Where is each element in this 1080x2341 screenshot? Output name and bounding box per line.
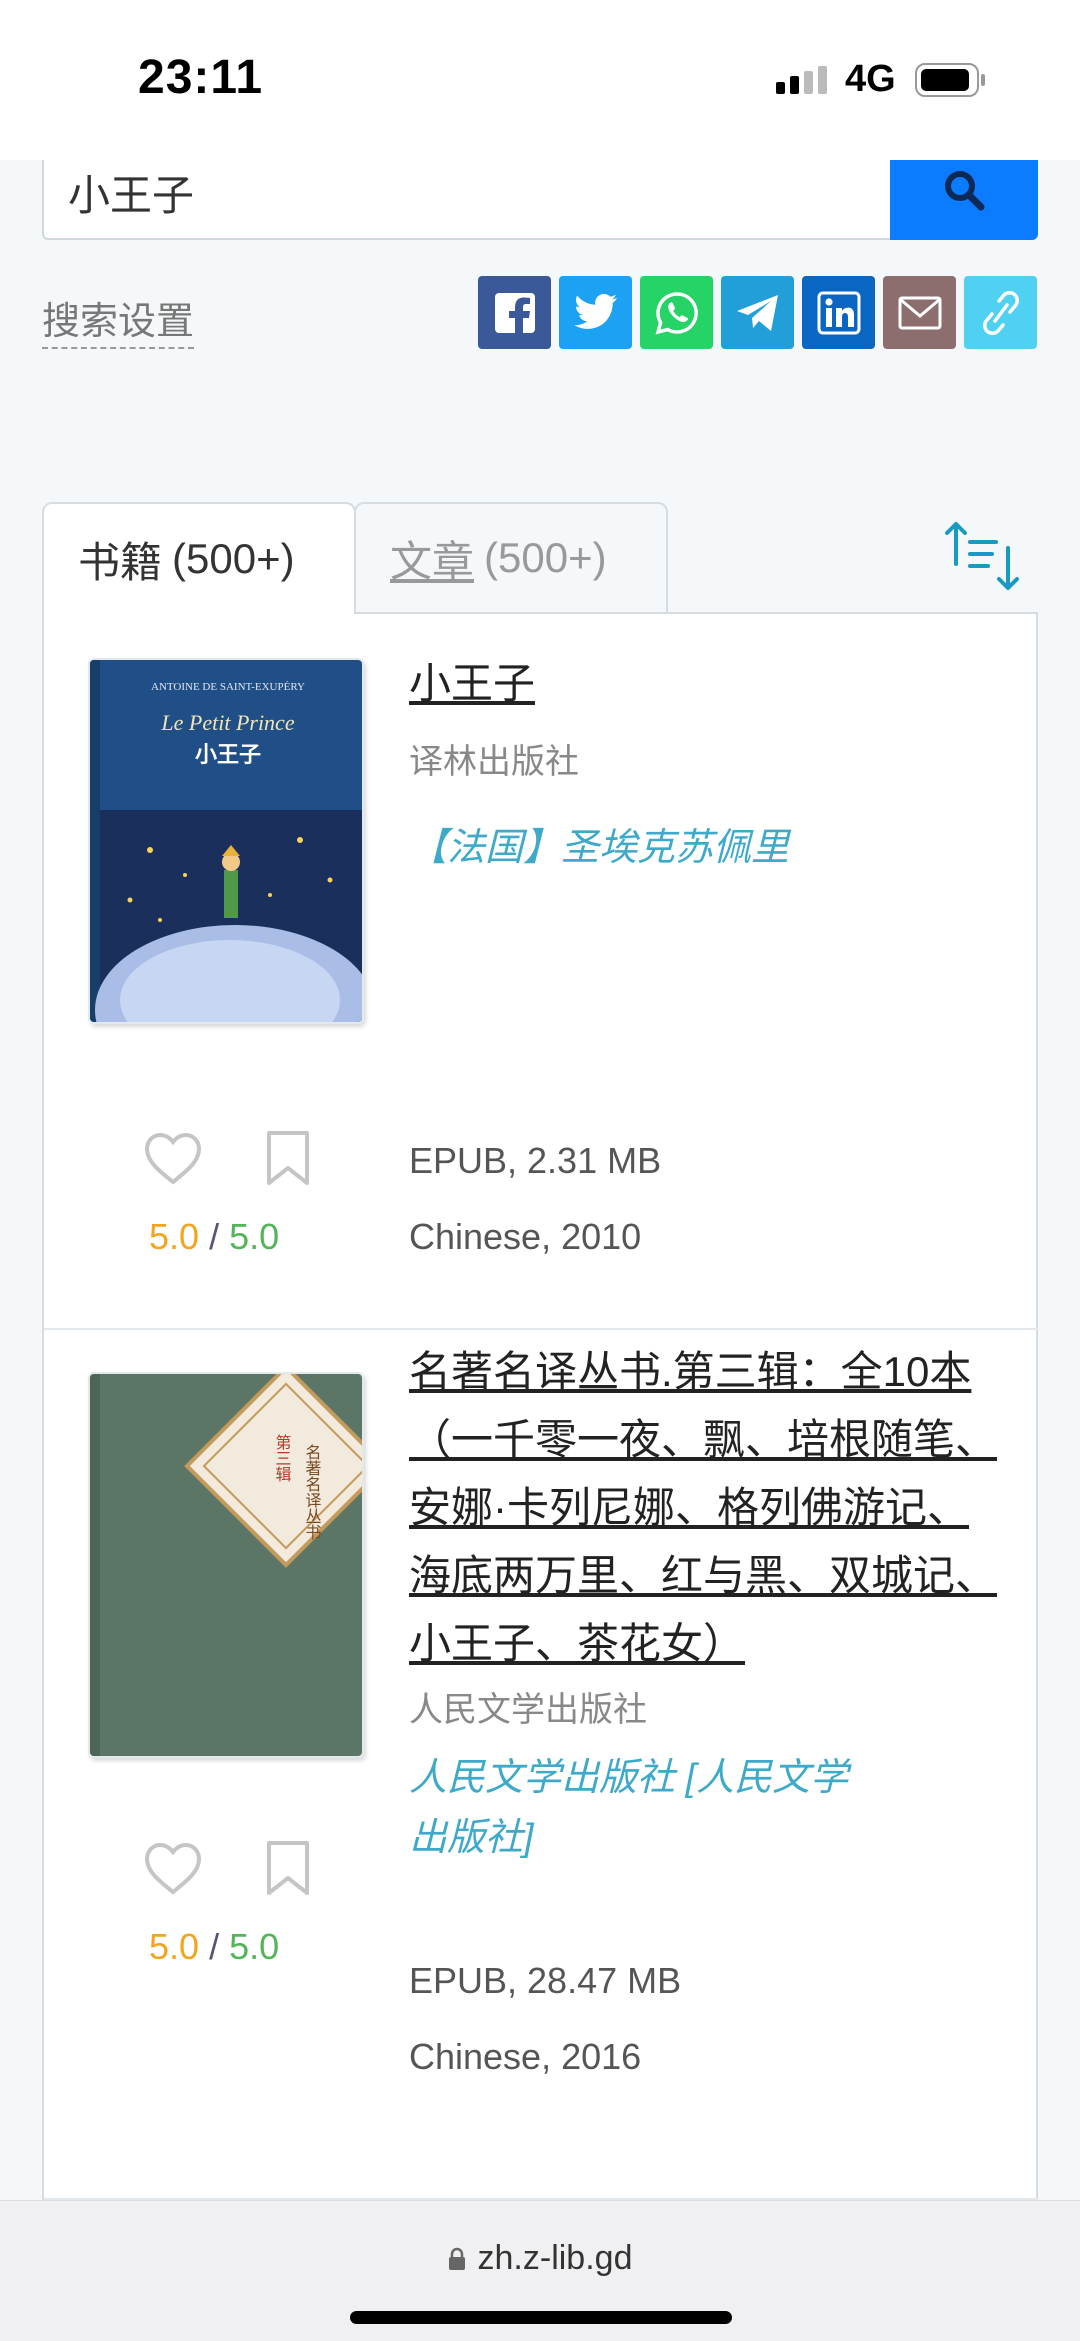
book-format: EPUB, 28.47 MB — [409, 1960, 682, 2001]
book-language-year: Chinese, 2010 — [409, 1216, 642, 1257]
facebook-icon — [494, 292, 535, 335]
cover-zh-title: 小王子 — [195, 743, 261, 768]
linkedin-share-button[interactable] — [802, 276, 875, 349]
browser-bottom-bar: zh.z-lib.gd — [0, 2200, 1080, 2341]
search-icon — [945, 171, 985, 211]
rating-quality: 5.0 — [229, 1216, 280, 1257]
book-cover-image: ANTOINE DE SAINT-EXUPÉRY Le Petit Prince… — [90, 660, 362, 1022]
book-cover[interactable]: 名著名译丛书 第三辑 — [88, 1372, 364, 1758]
book-cover-image: 名著名译丛书 第三辑 — [90, 1374, 362, 1756]
telegram-share-button[interactable] — [721, 276, 794, 349]
twitter-icon — [573, 293, 617, 329]
cover-series-title: 名著名译丛书 — [303, 1444, 322, 1540]
cover-fr-title: Le Petit Prince — [160, 710, 294, 735]
facebook-share-button[interactable] — [478, 276, 551, 349]
signal-icon — [776, 66, 827, 94]
home-indicator[interactable] — [350, 2311, 732, 2324]
tab-books[interactable]: 书籍 (500+) — [42, 502, 356, 614]
book-format: EPUB, 2.31 MB — [409, 1140, 662, 1181]
status-bar: 23:11 4G — [0, 0, 1080, 160]
rating-interest: 5.0 — [149, 1216, 200, 1257]
search-settings-link[interactable]: 搜索设置 — [42, 290, 195, 349]
book-rating: 5.0 / 5.0 — [149, 1216, 279, 1258]
email-share-button[interactable] — [883, 276, 956, 349]
tab-articles[interactable]: 文章 (500+) — [354, 502, 668, 612]
tab-books-count: (500+) — [172, 535, 295, 582]
battery-icon — [915, 63, 985, 97]
book-item: 名著名译丛书 第三辑 名著名译丛书.第三辑：全10本（一千零一夜、飘、培根随笔、… — [44, 1330, 1038, 2200]
book-author[interactable]: 人民文学出版社 [人民文学出版社] — [409, 1748, 879, 1868]
heart-icon[interactable] — [144, 1842, 202, 1896]
book-item: ANTOINE DE SAINT-EXUPÉRY Le Petit Prince… — [44, 614, 1038, 1330]
book-title[interactable]: 名著名译丛书.第三辑：全10本（一千零一夜、飘、培根随笔、安娜·卡列尼娜、格列佛… — [409, 1338, 1009, 1678]
status-time: 23:11 — [138, 51, 264, 104]
heart-icon[interactable] — [144, 1132, 202, 1186]
whatsapp-share-button[interactable] — [640, 276, 713, 349]
tab-books-label: 书籍 — [78, 538, 163, 586]
cover-series-sub: 第三辑 — [273, 1434, 292, 1482]
svg-text:ANTOINE DE SAINT-EXUPÉRY: ANTOINE DE SAINT-EXUPÉRY — [151, 681, 305, 693]
bookmark-icon[interactable] — [266, 1840, 310, 1896]
rating-interest: 5.0 — [149, 1926, 200, 1967]
network-label: 4G — [845, 58, 896, 100]
rating-separator: / — [209, 1216, 220, 1257]
tab-articles-label: 文章 — [390, 537, 475, 585]
book-publisher: 人民文学出版社 — [409, 1691, 647, 1729]
address-bar[interactable]: zh.z-lib.gd — [0, 2239, 1080, 2278]
bookmark-icon[interactable] — [266, 1130, 310, 1186]
sort-icon[interactable] — [944, 520, 1020, 592]
copy-link-button[interactable] — [964, 276, 1037, 349]
book-title[interactable]: 小王子 — [409, 650, 1009, 718]
lock-icon — [448, 2247, 465, 2270]
twitter-share-button[interactable] — [559, 276, 632, 349]
book-language-year: Chinese, 2016 — [409, 2036, 642, 2077]
rating-separator: / — [209, 1926, 220, 1967]
url-text: zh.z-lib.gd — [477, 2239, 633, 2277]
book-cover[interactable]: ANTOINE DE SAINT-EXUPÉRY Le Petit Prince… — [88, 658, 364, 1024]
book-rating: 5.0 / 5.0 — [149, 1926, 279, 1968]
linkedin-icon — [817, 291, 860, 334]
link-icon — [982, 290, 1019, 335]
whatsapp-icon — [655, 291, 698, 334]
book-author[interactable]: 【法国】圣埃克苏佩里 — [409, 818, 879, 878]
book-list: ANTOINE DE SAINT-EXUPÉRY Le Petit Prince… — [42, 612, 1038, 2212]
tab-articles-count: (500+) — [484, 534, 607, 581]
rating-quality: 5.0 — [229, 1926, 280, 1967]
book-publisher: 译林出版社 — [409, 743, 579, 781]
telegram-icon — [736, 294, 778, 331]
email-icon — [898, 296, 941, 329]
